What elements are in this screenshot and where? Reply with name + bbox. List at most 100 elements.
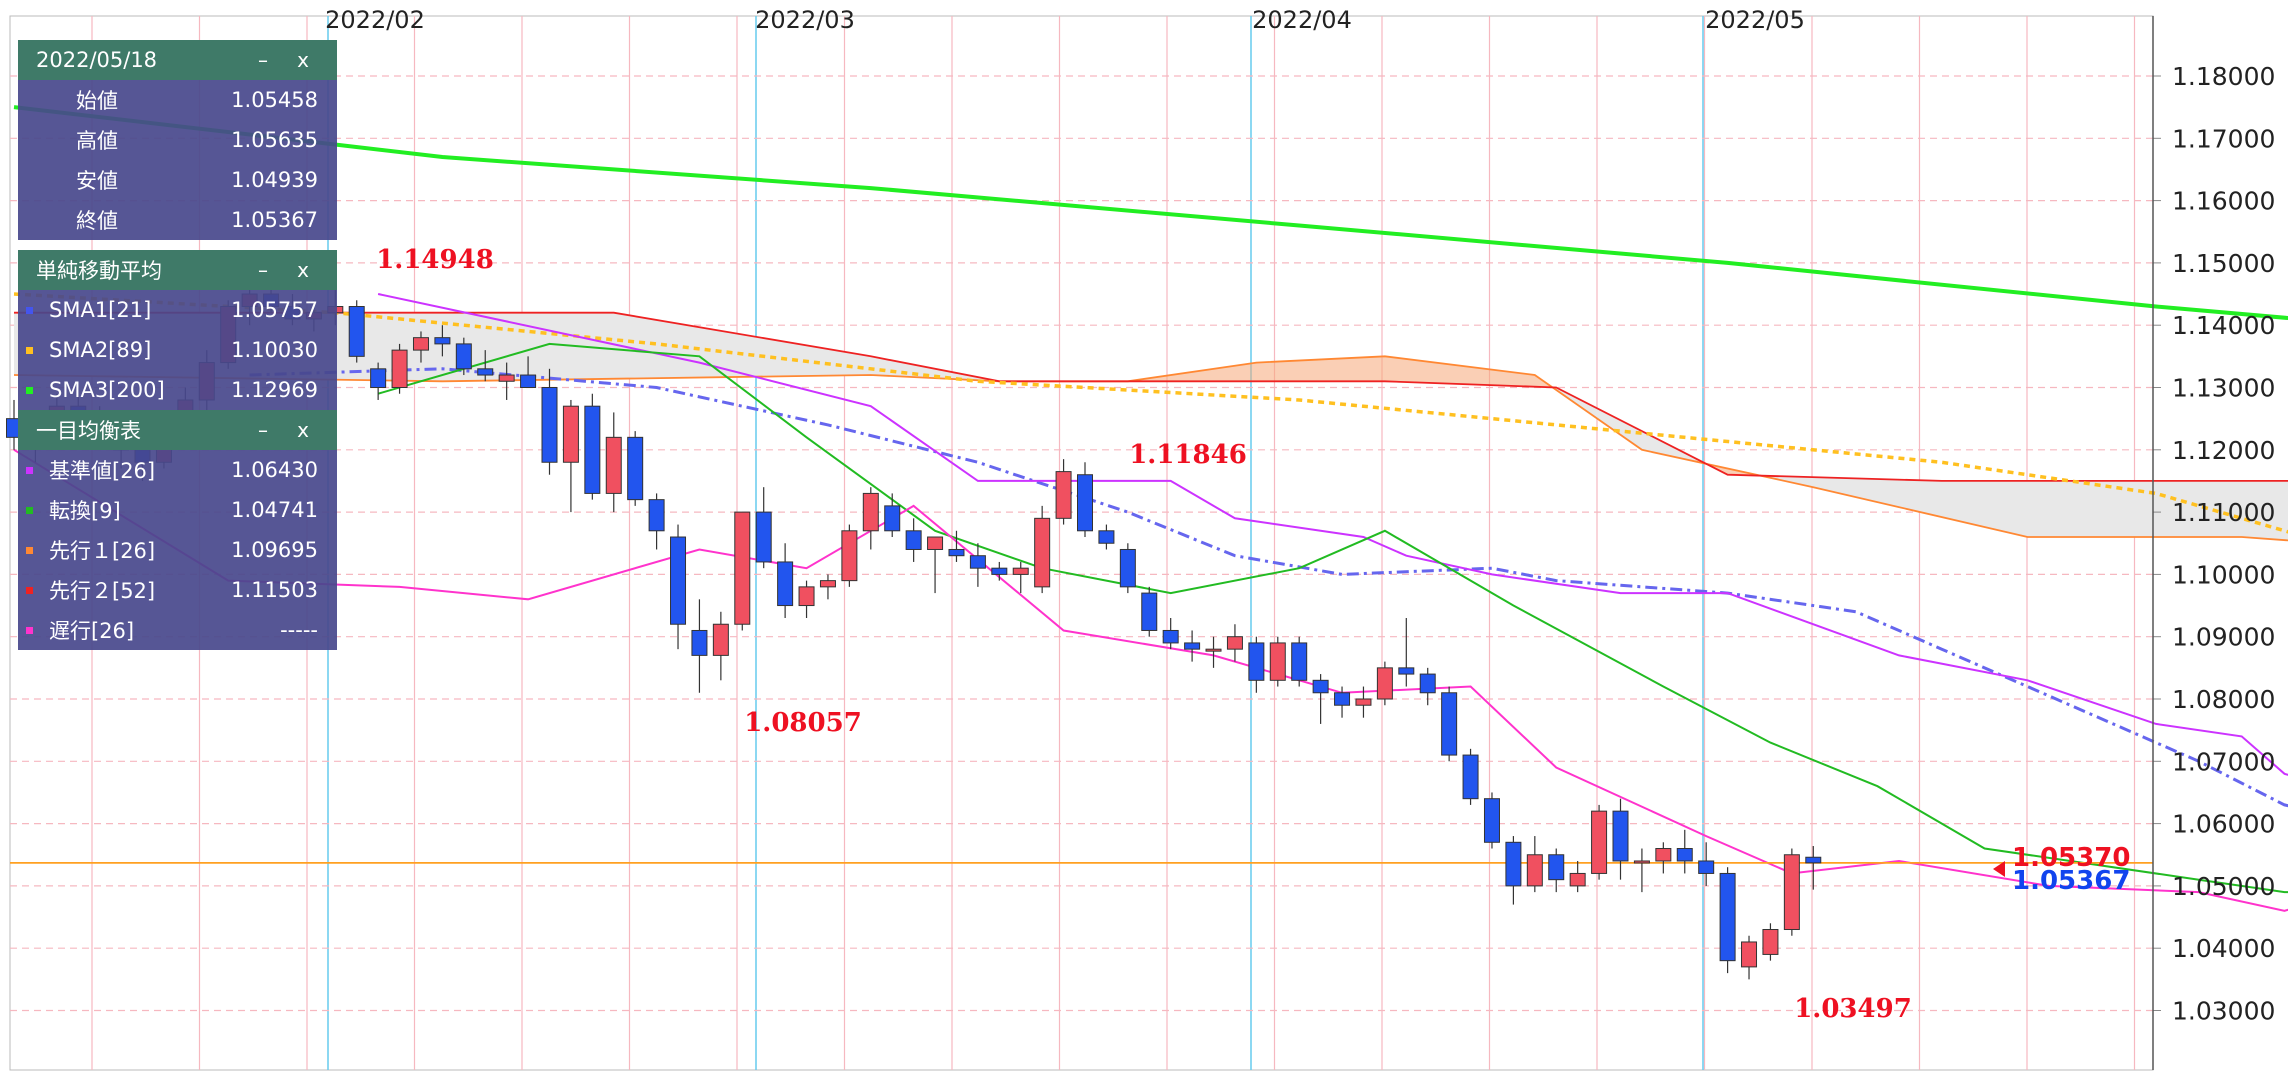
- sma-value: 1.05757: [231, 298, 318, 322]
- candle-body-down: [1119, 548, 1136, 588]
- ohlc-panel: 2022/05/18 – x 始値 1.05458 高値 1.05635 安値 1.0…: [18, 40, 337, 240]
- candle-body-down: [948, 548, 965, 557]
- sma-label: SMA3[200]: [49, 378, 165, 402]
- y-tick-label: 1.05000: [2172, 872, 2275, 901]
- senkou2-color-swatch: [26, 586, 33, 594]
- month-label: 2022/02: [325, 6, 425, 34]
- ichimoku-label-wrap: 転換[9]: [18, 495, 183, 525]
- price-chart[interactable]: 2022/02 2022/03 2022/04 2022/05 1.18000 1.170…: [0, 0, 2288, 1080]
- candle-body-down: [905, 530, 922, 550]
- ohlc-row-close: 終値 1.05367: [18, 200, 337, 240]
- candle-body-down: [348, 306, 365, 357]
- candle-body-down: [648, 499, 665, 532]
- candle-body-up: [1055, 471, 1072, 519]
- candle-body-up: [412, 337, 429, 351]
- ohlc-label: 終値: [76, 209, 118, 233]
- candle-body-up: [1569, 872, 1586, 887]
- sma-panel-minimize-button[interactable]: –: [243, 258, 283, 282]
- low-annotation: 1.03497: [1794, 994, 1912, 1024]
- y-tick-label: 1.16000: [2172, 187, 2275, 216]
- ichimoku-label: 先行２[52]: [49, 579, 156, 603]
- ichimoku-panel-minimize-button[interactable]: –: [243, 418, 283, 442]
- sma1-color-swatch: [26, 306, 33, 314]
- ohlc-panel-minimize-button[interactable]: –: [243, 48, 283, 72]
- chart-frame: 2022/02 2022/03 2022/04 2022/05 1.18000 1.170…: [0, 0, 2288, 1080]
- y-tick-label: 1.14000: [2172, 311, 2275, 340]
- candle-body-down: [755, 511, 772, 563]
- ichimoku-row: 基準値[26] 1.06430: [18, 450, 337, 490]
- candle-body-up: [1655, 848, 1672, 862]
- candle-body-down: [691, 629, 708, 656]
- candle-body-up: [1526, 854, 1543, 887]
- sma-label-wrap: SMA3[200]: [18, 378, 183, 402]
- candle-body-down: [455, 343, 472, 370]
- ichimoku-row: 転換[9] 1.04741: [18, 490, 337, 530]
- candle-body-down: [1248, 642, 1265, 681]
- candle-body-down: [520, 374, 537, 389]
- ohlc-panel-close-button[interactable]: x: [283, 48, 323, 72]
- ichimoku-value: 1.06430: [231, 458, 318, 482]
- ichimoku-label-wrap: 基準値[26]: [18, 455, 183, 485]
- ohlc-label: 安値: [76, 169, 118, 193]
- candle-body-down: [1805, 856, 1822, 864]
- ohlc-value: 1.04939: [231, 168, 318, 192]
- y-tick-label: 1.04000: [2172, 934, 2275, 963]
- candle-body-down: [1291, 642, 1308, 681]
- candle-body-down: [370, 368, 387, 388]
- candle-body-up: [712, 623, 729, 656]
- candle-body-down: [1162, 629, 1179, 644]
- sma-value: 1.12969: [231, 378, 318, 402]
- candle-body-down: [1462, 754, 1479, 800]
- candle-body-up: [1012, 567, 1029, 575]
- high-annotation: 1.11846: [1129, 440, 1247, 470]
- sma-panel-title: 単純移動平均: [36, 259, 162, 283]
- candle-body-up: [391, 349, 408, 388]
- ichimoku-label: 基準値[26]: [49, 459, 156, 483]
- ichimoku-panel-title: 一目均衡表: [36, 419, 141, 443]
- y-tick-label: 1.06000: [2172, 810, 2275, 839]
- y-tick-label: 1.11000: [2172, 498, 2275, 527]
- candle-body-up: [798, 586, 815, 607]
- tenkan-color-swatch: [26, 506, 33, 514]
- candle-body-down: [1419, 673, 1436, 694]
- candle-body-up: [1783, 854, 1800, 931]
- ichimoku-panel-close-button[interactable]: x: [283, 418, 323, 442]
- candle-body-down: [969, 555, 986, 569]
- ohlc-row-high: 高値 1.05635: [18, 120, 337, 160]
- ohlc-value: 1.05458: [231, 88, 318, 112]
- candle-body-down: [1698, 860, 1715, 874]
- candle-body-up: [605, 436, 622, 494]
- ohlc-row-open: 始値 1.05458: [18, 80, 337, 120]
- y-tick-label: 1.08000: [2172, 685, 2275, 714]
- last-bid-label: 1.05367: [2012, 866, 2130, 896]
- sma-value: 1.10030: [231, 338, 318, 362]
- ichimoku-row: 遅行[26] -----: [18, 610, 337, 650]
- ohlc-label: 始値: [76, 89, 118, 113]
- candle-body-down: [584, 405, 601, 494]
- candle-body-down: [1141, 592, 1158, 631]
- ohlc-value: 1.05635: [231, 128, 318, 152]
- candle-body-down: [1398, 667, 1415, 675]
- candle-body-up: [734, 511, 751, 625]
- ichimoku-label-wrap: 先行２[52]: [18, 575, 183, 605]
- candle-body-up: [927, 536, 944, 550]
- sma-label-wrap: SMA1[21]: [18, 298, 183, 322]
- ichimoku-value: 1.11503: [231, 578, 318, 602]
- ohlc-value: 1.05367: [231, 208, 318, 232]
- sma-panel-close-button[interactable]: x: [283, 258, 323, 282]
- ichimoku-row: 先行１[26] 1.09695: [18, 530, 337, 570]
- candle-body-up: [819, 580, 836, 588]
- candle-body-down: [1505, 841, 1522, 887]
- candle-body-down: [1312, 679, 1329, 694]
- candle-body-up: [1269, 642, 1286, 681]
- candle-body-down: [434, 337, 451, 345]
- y-tick-label: 1.07000: [2172, 747, 2275, 776]
- candle-body-down: [991, 567, 1008, 575]
- y-tick-label: 1.03000: [2172, 997, 2275, 1026]
- candle-body-down: [1612, 810, 1629, 862]
- y-tick-label: 1.13000: [2172, 374, 2275, 403]
- candle-body-down: [777, 561, 794, 607]
- ichimoku-value: 1.09695: [231, 538, 318, 562]
- y-tick-label: 1.12000: [2172, 436, 2275, 465]
- candle-body-up: [841, 530, 858, 582]
